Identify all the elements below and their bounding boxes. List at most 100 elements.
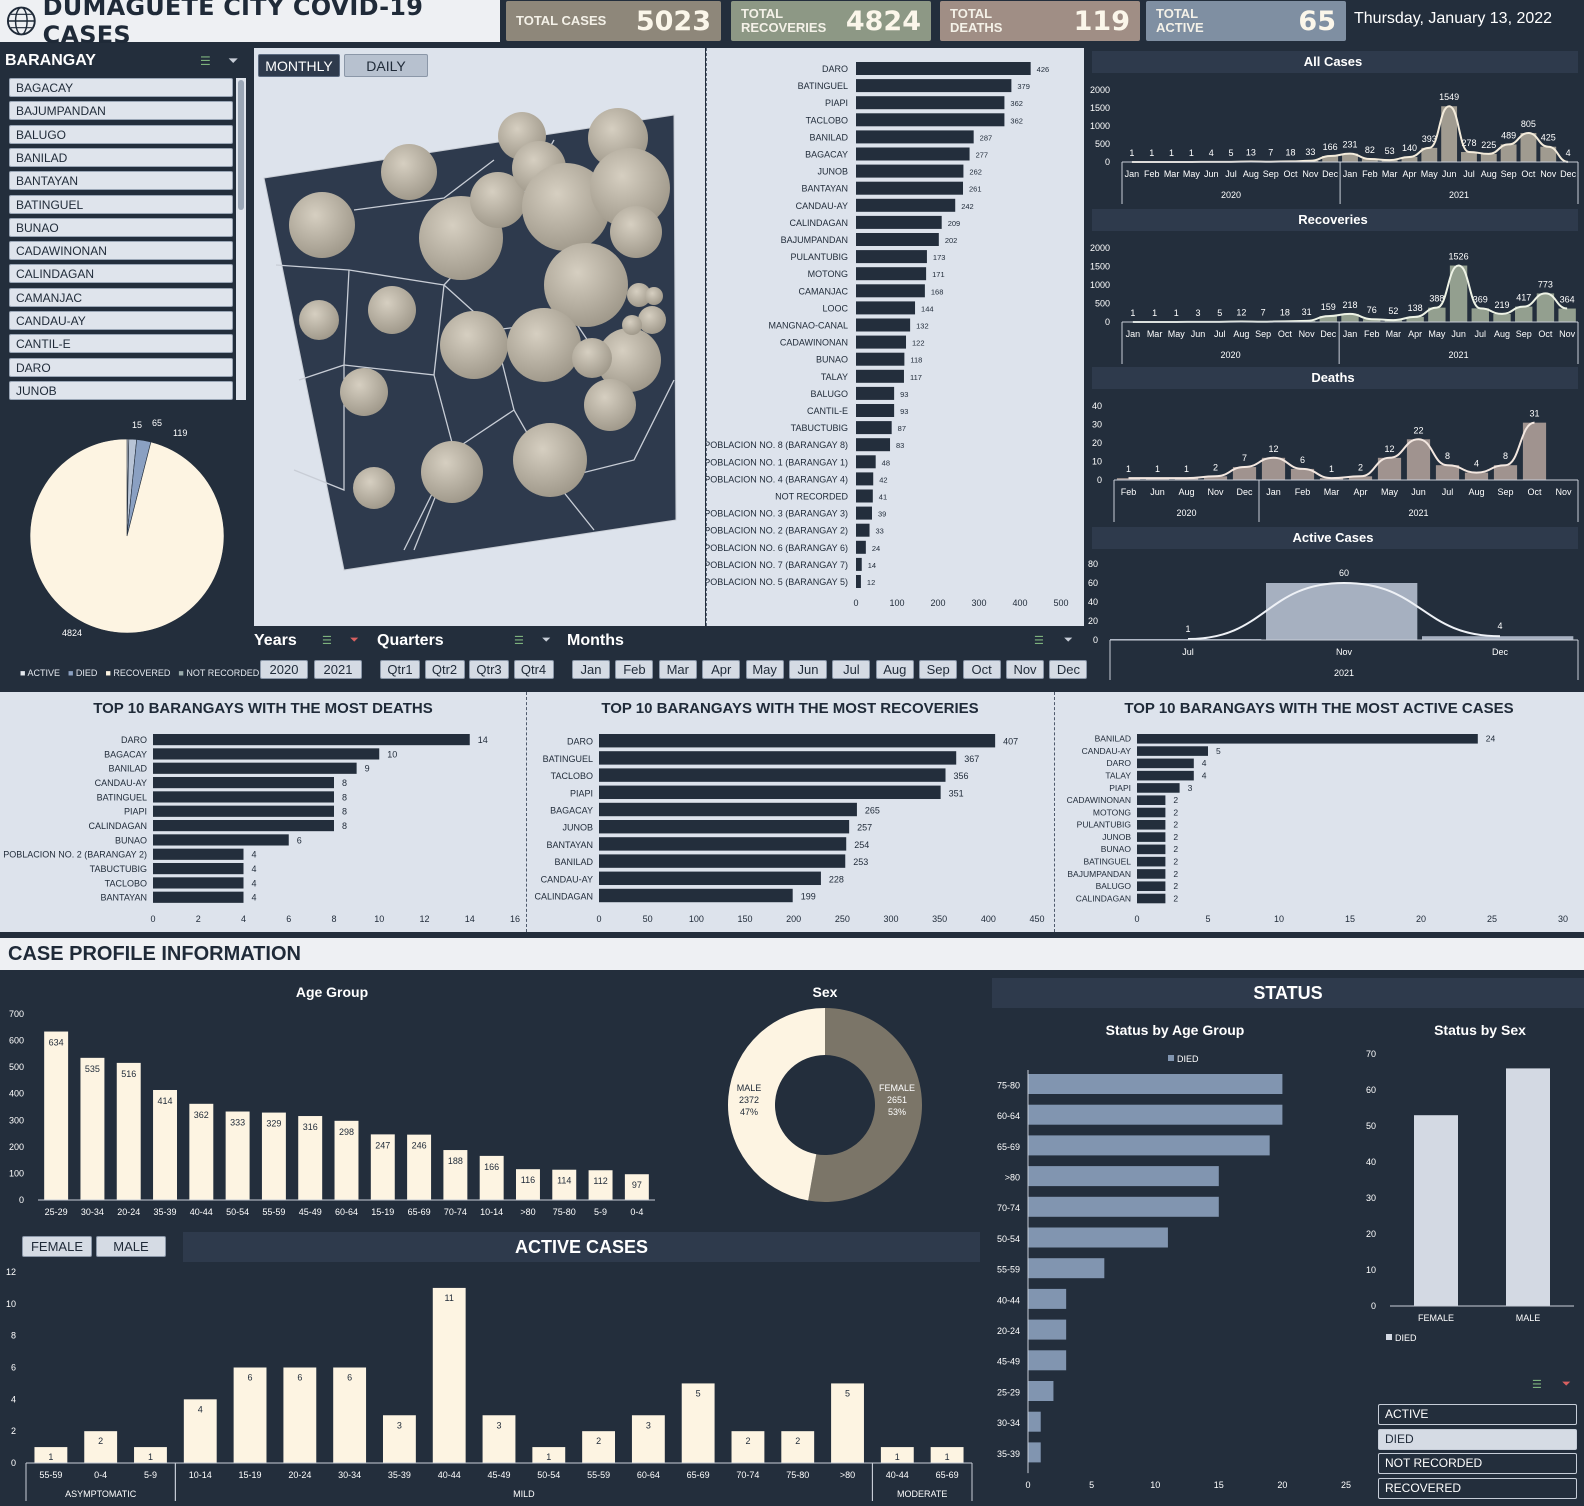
month-button[interactable]: Nov — [1006, 660, 1044, 679]
x-tick-label: 65-69 — [687, 1470, 710, 1480]
bar — [856, 523, 870, 537]
month-button[interactable]: Jun — [789, 660, 827, 679]
quarter-button[interactable]: Qtr4 — [513, 660, 554, 679]
bar-category-label: DARO — [822, 64, 848, 74]
scrollbar-thumb[interactable] — [238, 80, 244, 210]
data-label: 18 — [1280, 307, 1290, 317]
x-tick-label: 20-24 — [288, 1470, 311, 1480]
bar-category-label: CALINDAGAN — [1076, 893, 1131, 903]
barangay-item[interactable]: DARO — [9, 357, 233, 377]
quarter-button[interactable]: Qtr2 — [424, 660, 465, 679]
bar — [153, 734, 470, 746]
bar-category-label: CANDAU-AY — [541, 874, 593, 884]
months-multiselect-icon[interactable]: ☰ — [1034, 634, 1044, 647]
female-toggle[interactable]: FEMALE — [22, 1236, 92, 1257]
bar — [1028, 1381, 1054, 1401]
bar — [1137, 856, 1166, 867]
quarters-clear-filter-icon[interactable]: ⏷ — [542, 634, 551, 647]
month-button[interactable]: Oct — [962, 660, 1001, 679]
barangay-item[interactable]: CAMANJAC — [9, 287, 233, 307]
status-multiselect-icon[interactable]: ☰ — [1532, 1378, 1542, 1391]
x-tick-label: 0 — [1134, 914, 1139, 924]
x-tick-label: 70-74 — [444, 1207, 467, 1217]
map-bubble — [289, 192, 355, 258]
months-clear-filter-icon[interactable]: ⏷ — [1064, 634, 1073, 647]
title-bar: DUMAGUETE CITY COVID-19 CASES — [0, 0, 500, 49]
pie-data-label: 4824 — [62, 628, 82, 638]
month-button[interactable]: May — [745, 660, 784, 679]
quarters-multiselect-icon[interactable]: ☰ — [514, 634, 524, 647]
status-button[interactable]: RECOVERED — [1378, 1477, 1577, 1499]
x-tick-label: 70-74 — [736, 1470, 759, 1480]
barangay-item[interactable]: BALUGO — [9, 124, 233, 144]
month-button[interactable]: Mar — [658, 660, 697, 679]
y-tick-label: 30 — [1366, 1193, 1376, 1203]
barangay-item[interactable]: BATINGUEL — [9, 194, 233, 214]
month-button[interactable]: Aug — [875, 660, 914, 679]
bar-data-label: 535 — [85, 1064, 100, 1074]
daily-toggle[interactable]: DAILY — [344, 54, 428, 77]
barangay-item[interactable]: BAGACAY — [9, 78, 233, 97]
year-button[interactable]: 2021 — [314, 660, 362, 679]
bar-category-label: POBLACION NO. 5 (BARANGAY 5) — [706, 577, 848, 587]
barangay-item[interactable]: BAJUMPANDAN — [9, 101, 233, 121]
active-cases-by-severity-chart: 024681012155-5920-415-9ASYMPTOMATIC410-1… — [6, 1267, 973, 1501]
barangay-item[interactable]: BANILAD — [9, 147, 233, 167]
male-toggle[interactable]: MALE — [96, 1236, 166, 1257]
bar-category-label: BALUGO — [1096, 881, 1132, 891]
bar — [599, 734, 996, 748]
barangay-item[interactable]: JUNOB — [9, 380, 233, 400]
bar — [599, 785, 941, 800]
map-bubble — [440, 311, 508, 379]
status-button[interactable]: ACTIVE — [1378, 1404, 1577, 1425]
years-clear-filter-icon[interactable]: ⏷ — [350, 634, 359, 647]
bar-data-label: 171 — [932, 270, 945, 279]
month-button[interactable]: Apr — [702, 660, 741, 679]
bar-category-label: TABUCTUBIG — [90, 864, 147, 874]
bar — [1414, 1115, 1458, 1306]
bar-data-label: 287 — [980, 133, 993, 142]
bar-category-label: BUNAO — [1101, 844, 1132, 854]
x-tick-label: 250 — [835, 914, 850, 924]
quarter-button[interactable]: Qtr3 — [469, 660, 509, 679]
status-button[interactable]: DIED — [1378, 1428, 1577, 1450]
month-button[interactable]: Jul — [832, 660, 871, 679]
x-tick-label: 15 — [1345, 914, 1355, 924]
map-bubble — [622, 315, 642, 335]
monthly-toggle[interactable]: MONTHLY — [258, 54, 340, 77]
x-tick-label: Jul — [1442, 487, 1454, 497]
bar — [1137, 869, 1166, 879]
y-tick-label: 0 — [1105, 157, 1110, 167]
bar-category-label: DARO — [567, 737, 593, 747]
barangay-item[interactable]: CANTIL-E — [9, 334, 233, 354]
x-tick-label: Dec — [1236, 487, 1253, 497]
quarter-button[interactable]: Qtr1 — [380, 660, 420, 679]
month-button[interactable]: Jan — [572, 660, 610, 679]
barangay-item[interactable]: CANDAU-AY — [9, 311, 233, 330]
bar — [1515, 306, 1533, 322]
month-button[interactable]: Dec — [1049, 660, 1088, 679]
scrollbar[interactable] — [236, 78, 246, 400]
barangay-item[interactable]: BUNAO — [9, 217, 233, 237]
barangay-item[interactable]: BANTAYAN — [9, 171, 233, 191]
bar-category-label: CAMANJAC — [798, 286, 848, 296]
month-button[interactable]: Sep — [919, 660, 958, 679]
bar-category-label: TALAY — [1105, 771, 1131, 781]
multi-select-icon[interactable]: ☰ — [200, 54, 211, 68]
bar-data-label: 87 — [898, 424, 906, 433]
data-label: 1 — [1155, 464, 1160, 474]
x-tick-label: 25-29 — [45, 1207, 68, 1217]
x-tick-label: Jun — [1150, 487, 1165, 497]
bar-data-label: 3 — [496, 1420, 501, 1430]
barangay-item[interactable]: CALINDAGAN — [9, 264, 233, 284]
year-button[interactable]: 2020 — [260, 660, 308, 679]
years-multiselect-icon[interactable]: ☰ — [322, 634, 332, 647]
status-button[interactable]: NOT RECORDED — [1378, 1453, 1577, 1474]
barangay-item[interactable]: CADAWINONAN — [9, 241, 233, 261]
bar-data-label: 83 — [896, 441, 904, 450]
clear-filter-icon[interactable]: ⏷ — [228, 53, 238, 69]
bar-category-label: DARO — [1106, 758, 1131, 768]
x-tick-label: Jul — [1182, 647, 1194, 657]
status-clear-filter-icon[interactable]: ⏷ — [1562, 1378, 1571, 1391]
month-button[interactable]: Feb — [615, 660, 654, 679]
